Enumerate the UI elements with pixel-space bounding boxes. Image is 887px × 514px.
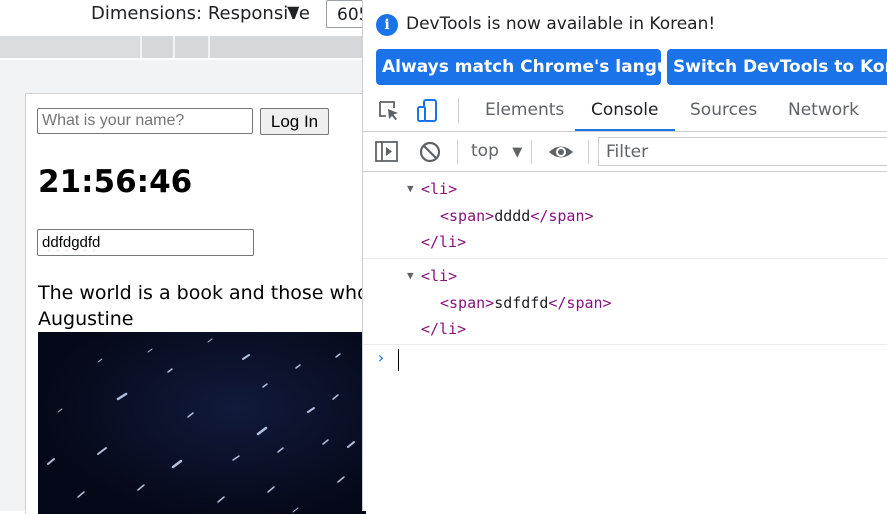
console-filter-input[interactable] [598,137,887,166]
starfield-image [47,338,355,513]
rendered-page: Log In 21:56:46 The world is a book and … [25,93,366,514]
tab-divider [458,98,459,123]
infobar-message: DevTools is now available in Korean! [406,14,716,34]
devtools-tabbar: Elements Console Sources Network [363,91,887,132]
ruler-segment[interactable] [208,36,364,58]
language-infobar: i DevTools is now available in Korean! A… [363,0,887,92]
chevron-down-icon: ▼ [512,145,523,160]
device-toolbar: Dimensions: Responsive ▼ 605 [0,0,386,32]
dimensions-select-label[interactable]: Dimensions: Responsive [91,3,310,24]
match-language-button[interactable]: Always match Chrome's language [376,49,661,85]
span-open-tag: <span> [440,294,495,312]
tab-console[interactable]: Console [575,91,675,131]
devtools-panel: i DevTools is now available in Korean! A… [362,0,887,511]
tab-network[interactable]: Network [788,91,859,129]
context-selector[interactable]: top ▼ [471,141,522,161]
open-li-tag: <li> [421,180,458,198]
toolbar-separator [588,140,589,164]
info-icon: i [376,14,398,36]
ruler-segment[interactable] [140,36,172,58]
span-close-tag: </span> [530,207,594,225]
quote-author: Augustine [38,308,134,330]
media-query-ruler[interactable] [0,36,364,58]
span-close-tag: </span> [548,294,612,312]
toolbar-separator [531,140,532,164]
span-line: <span>sdfdfd</span> [440,294,612,312]
expand-triangle-icon[interactable]: ▼ [407,182,414,195]
console-log-entry: ▼ <li> <span>dddd</span> </li> [363,172,887,259]
console-toolbar: top ▼ [363,132,887,172]
show-sidebar-icon[interactable] [374,139,400,165]
switch-language-button[interactable]: Switch DevTools to Korean [667,49,887,85]
inspect-element-icon[interactable] [376,98,402,124]
close-li-tag: </li> [421,320,467,338]
span-line: <span>dddd</span> [440,207,594,225]
name-input[interactable] [37,108,253,134]
span-text: dddd [494,207,531,225]
background-image [38,332,366,514]
span-text: sdfdfd [494,294,549,312]
console-input-caret[interactable] [398,349,399,371]
toolbar-separator [457,140,458,164]
quote-text: The world is a book and those who [38,282,366,304]
clear-console-icon[interactable] [417,139,443,165]
ruler-segment[interactable] [173,36,208,58]
console-output: ▼ <li> <span>dddd</span> </li> ▼ <li> <s… [363,172,887,511]
tab-elements[interactable]: Elements [485,91,564,129]
console-prompt-icon: › [376,348,386,367]
clock: 21:56:46 [38,164,193,200]
context-label: top [471,141,499,161]
tab-sources[interactable]: Sources [690,91,757,129]
chevron-down-icon[interactable]: ▼ [287,2,299,21]
device-toolbar-icon[interactable] [415,98,441,124]
expand-triangle-icon[interactable]: ▼ [407,269,414,282]
open-li-tag: <li> [421,267,458,285]
span-open-tag: <span> [440,207,495,225]
login-button[interactable]: Log In [260,108,329,135]
console-log-entry: ▼ <li> <span>sdfdfd</span> </li> [363,259,887,345]
close-li-tag: </li> [421,233,467,251]
live-expression-eye-icon[interactable] [548,139,574,165]
todo-input[interactable] [37,229,254,256]
